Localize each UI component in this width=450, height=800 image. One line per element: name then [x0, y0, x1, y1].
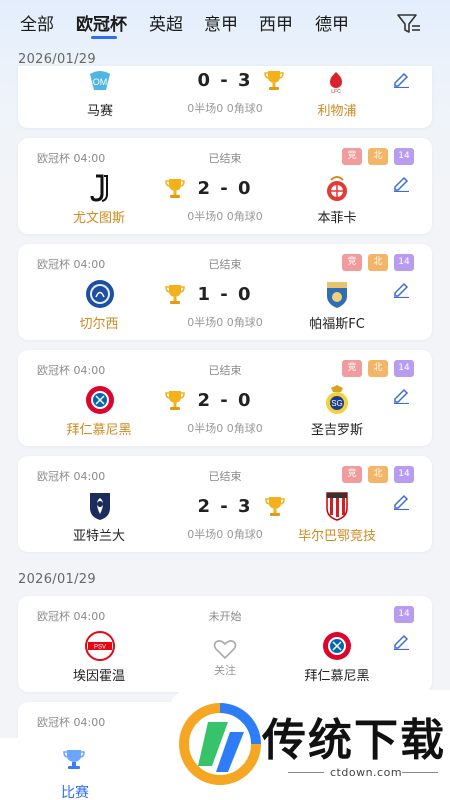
badge-group: 竞 北 14: [342, 148, 414, 165]
svg-text:SG: SG: [331, 399, 343, 408]
away-team-name: 拜仁慕尼黑: [304, 669, 370, 684]
badge-bei: 北: [368, 360, 388, 377]
match-score: 2 - 0: [197, 390, 253, 411]
match-card[interactable]: 欧冠杯 04:00 已结束 竞 北 14 拜仁慕尼黑 2 - 0 0半场0 0角…: [18, 350, 432, 446]
heart-icon[interactable]: [213, 638, 237, 660]
badge-bei: 北: [368, 466, 388, 483]
svg-text:PSV: PSV: [94, 645, 106, 651]
away-team-name: 本菲卡: [317, 211, 357, 226]
badge-number: 14: [394, 254, 414, 271]
match-score: 1 - 0: [197, 284, 253, 305]
badge-group: 14: [394, 606, 414, 623]
tab-serie-a[interactable]: 意甲: [204, 10, 238, 35]
match-card[interactable]: 欧冠杯 04:00 已结束 竞 北 14 亚特兰大 2 - 3 0半场0 0角球…: [18, 456, 432, 552]
psv-logo-icon: PSV: [85, 631, 115, 661]
brand-url: ctdown.com: [330, 766, 403, 779]
union-sg-logo-icon: SG: [326, 385, 348, 414]
match-score: 2 - 0: [197, 178, 253, 199]
athletic-bilbao-logo-icon: [326, 492, 348, 521]
badge-group: 竞 北 14: [342, 360, 414, 377]
badge-jing: 竞: [342, 360, 362, 377]
away-team-name: 帕福斯FC: [309, 317, 365, 332]
pafos-logo-icon: [327, 282, 347, 308]
match-card[interactable]: 欧冠杯 04:00 未开始 14 PSV 埃因霍温 关注 拜仁慕尼黑: [18, 596, 432, 692]
brand-name: 传统下载: [262, 715, 446, 766]
badge-group: 竞 北 14: [342, 254, 414, 271]
badge-jing: 竞: [342, 148, 362, 165]
league-tabs: 全部 欧冠杯 英超 意甲 西甲 德甲: [0, 0, 450, 46]
edit-icon[interactable]: [392, 176, 410, 192]
divider: [288, 772, 324, 773]
league-time: 欧冠杯 04:00: [37, 716, 106, 729]
match-status: 未开始: [208, 610, 242, 623]
away-team-name: 毕尔巴鄂竞技: [297, 529, 376, 544]
bottom-nav: 比赛: [0, 738, 170, 800]
brand-logo-icon: [179, 703, 261, 785]
watermark: 传统下载 ctdown.com: [170, 690, 450, 800]
divider: [402, 772, 438, 773]
filter-icon[interactable]: [396, 12, 422, 36]
badge-number: 14: [394, 466, 414, 483]
match-score: 0 - 3: [197, 70, 253, 91]
tab-la-liga[interactable]: 西甲: [259, 10, 293, 35]
match-card[interactable]: 欧冠杯 04:00 已结束 竞 北 14 切尔西 1 - 0 0半场0 0角球0…: [18, 244, 432, 340]
date-header: 2026/01/29: [18, 52, 96, 67]
badge-number: 14: [394, 360, 414, 377]
tab-all[interactable]: 全部: [20, 10, 54, 35]
benfica-logo-icon: [327, 176, 347, 201]
svg-text:LFC: LFC: [331, 89, 341, 94]
match-score: 2 - 3: [197, 496, 253, 517]
edit-icon[interactable]: [392, 72, 410, 88]
edit-icon[interactable]: [392, 282, 410, 298]
bayern-logo-icon: [323, 632, 351, 660]
tab-champions-league[interactable]: 欧冠杯: [76, 10, 127, 35]
date-header: 2026/01/29: [18, 572, 96, 587]
liverpool-logo-icon: LFC: [330, 72, 342, 94]
match-card[interactable]: OM 马赛 0 - 3 0半场0 0角球0 LFC 利物浦: [18, 66, 432, 128]
away-team-name: 圣吉罗斯: [310, 423, 363, 438]
badge-group: 竞 北 14: [342, 466, 414, 483]
badge-bei: 北: [368, 254, 388, 271]
match-card[interactable]: 欧冠杯 04:00 已结束 竞 北 14 尤文图斯 2 - 0 0半场0 0角球…: [18, 138, 432, 234]
away-team-name: 利物浦: [317, 104, 357, 119]
badge-bei: 北: [368, 148, 388, 165]
badge-jing: 竞: [342, 466, 362, 483]
nav-label-matches[interactable]: 比赛: [0, 782, 150, 800]
active-tab-indicator: [91, 36, 117, 39]
badge-number: 14: [394, 148, 414, 165]
winner-trophy-icon: [265, 497, 285, 516]
badge-number: 14: [394, 606, 414, 623]
trophy-nav-icon[interactable]: [62, 748, 86, 770]
tab-premier-league[interactable]: 英超: [149, 10, 183, 35]
edit-icon[interactable]: [392, 634, 410, 650]
tab-bundesliga[interactable]: 德甲: [315, 10, 349, 35]
winner-trophy-icon: [264, 71, 284, 90]
edit-icon[interactable]: [392, 388, 410, 404]
edit-icon[interactable]: [392, 494, 410, 510]
badge-jing: 竞: [342, 254, 362, 271]
